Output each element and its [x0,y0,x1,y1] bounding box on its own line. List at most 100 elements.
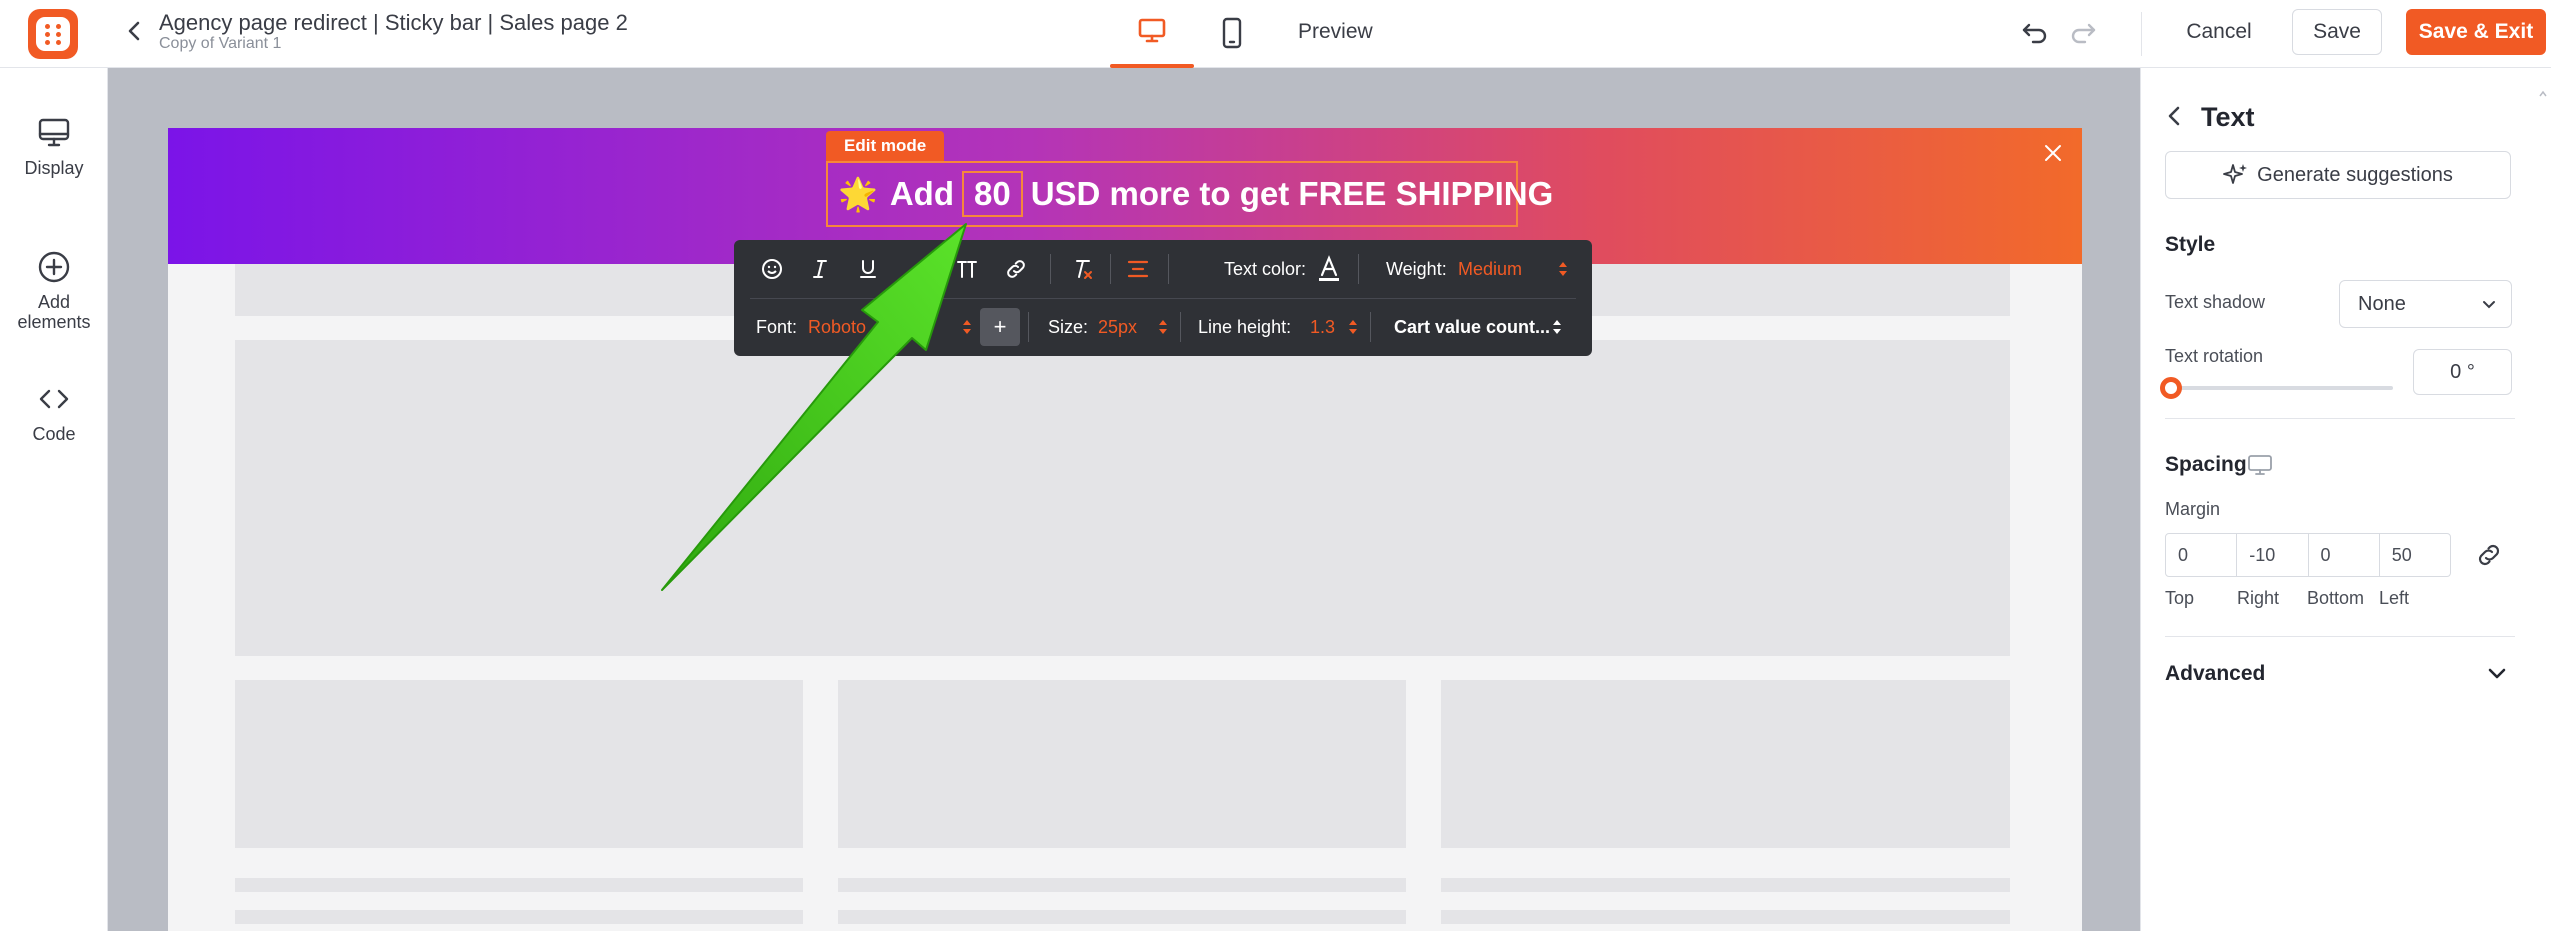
cancel-button[interactable]: Cancel [2174,10,2264,54]
section-divider [2165,418,2515,419]
margin-left-label: Left [2379,588,2410,608]
chevron-down-icon[interactable] [2485,662,2509,686]
plus-circle-icon [38,251,70,283]
back-chevron-icon[interactable] [2163,104,2187,128]
placeholder-line [1441,910,2010,924]
margin-left-input[interactable]: 50 [2380,534,2450,576]
link-margins-icon[interactable] [2474,540,2504,570]
save-and-exit-button[interactable]: Save & Exit [2406,9,2546,55]
variable-select[interactable]: Cart value count... [1394,317,1550,338]
back-chevron-icon[interactable] [122,18,148,44]
placeholder-line [838,878,1406,892]
text-shadow-label: Text shadow [2165,292,2266,312]
margin-top-input[interactable]: 0 [2166,534,2238,576]
undo-icon[interactable] [2020,16,2050,46]
star-emoji-icon: 🌟 [838,176,878,212]
margin-label: Margin [2165,499,2221,519]
size-label: Size: [1048,317,1089,337]
properties-panel: Text Generate suggestions Style Text sha… [2140,68,2551,931]
sidebar-item-display[interactable]: Display [0,116,108,179]
variant-subtitle: Copy of Variant 1 [159,35,282,52]
spinner-arrows-icon[interactable] [1552,318,1562,336]
size-input[interactable]: 25px [1098,317,1137,338]
generate-suggestions-label: Generate suggestions [2257,163,2453,186]
margin-bottom-input[interactable]: 0 [2309,534,2380,576]
text-shadow-value: None [2358,292,2406,315]
sidebar-item-label: Code [32,424,76,444]
line-height-input[interactable]: 1.3 [1310,317,1335,338]
panel-title: Text [2201,102,2255,132]
weight-select[interactable]: Medium [1458,259,1522,280]
rotation-input[interactable]: 0 ° [2413,349,2512,395]
close-icon[interactable] [2040,140,2066,166]
placeholder-line [838,910,1406,924]
placeholder-line [235,878,803,892]
advanced-section-toggle[interactable]: Advanced [2165,662,2265,686]
preview-button[interactable]: Preview [1298,20,1373,44]
placeholder-card [1441,680,2010,848]
sidebar-item-label: Display [24,158,84,178]
toolbar-divider [1050,254,1051,284]
sidebar-item-label: Add elements [17,292,91,332]
line-height-label: Line height: [1198,317,1292,337]
toolbar-divider [1110,254,1111,284]
top-bar: Agency page redirect | Sticky bar | Sale… [0,0,2551,68]
spinner-arrows-icon[interactable] [1158,318,1168,336]
sidebar-item-code[interactable]: Code [0,382,108,445]
bar-text-prefix: Add [889,175,954,212]
device-mobile-button[interactable] [1212,16,1252,52]
rotation-slider-handle[interactable] [2160,377,2182,399]
desktop-icon [2248,455,2272,475]
toolbar-divider [1358,254,1359,284]
app-logo[interactable] [28,9,78,59]
placeholder-card [838,680,1406,848]
chevron-down-icon [2483,301,2495,309]
cart-value-variable[interactable]: 80 [962,171,1023,217]
weight-label: Weight: [1386,259,1447,279]
text-color-icon[interactable] [1316,255,1342,283]
device-desktop-button[interactable] [1110,0,1194,68]
annotation-arrow-overlay-icon [661,223,967,591]
edit-mode-tag: Edit mode [826,131,945,161]
bar-text-suffix: USD more to get FREE SHIPPING [1030,175,1554,212]
spinner-arrows-icon[interactable] [1348,318,1358,336]
sticky-bar-text[interactable]: 🌟 Add 80 USD more to get FREE SHIPPING [838,168,1553,220]
margin-right-label: Right [2237,588,2280,608]
text-color-label: Text color: [1224,259,1307,279]
clear-format-icon[interactable] [1070,257,1094,281]
campaign-title[interactable]: Agency page redirect | Sticky bar | Sale… [159,10,628,36]
align-center-icon[interactable] [1126,257,1150,281]
monitor-icon [38,118,70,147]
toolbar-divider [1168,254,1169,284]
header-divider [2141,12,2142,56]
toolbar-divider [1028,312,1029,342]
text-rotation-label: Text rotation [2165,346,2264,366]
section-divider [2165,636,2515,637]
text-shadow-select[interactable]: None [2339,280,2512,328]
desktop-icon [1138,18,1166,43]
margin-bottom-label: Bottom [2307,588,2365,608]
margin-top-label: Top [2165,588,2195,608]
toolbar-divider [1370,312,1371,342]
link-icon[interactable] [1004,257,1028,281]
save-button[interactable]: Save [2292,9,2382,55]
code-icon [39,389,69,409]
sparkle-icon [2223,164,2248,184]
margin-right-input[interactable]: -10 [2237,534,2309,576]
rotation-slider-track[interactable] [2171,386,2393,390]
editor-canvas[interactable]: Edit mode 🌟 Add 80 USD more to get FREE … [108,68,2140,931]
redo-icon[interactable] [2068,16,2098,46]
generate-suggestions-button[interactable]: Generate suggestions [2165,151,2511,199]
style-heading: Style [2165,233,2216,256]
sidebar-item-add-elements[interactable]: Add elements [0,250,108,332]
spacing-heading: Spacing [2165,453,2247,476]
left-sidebar: Display Add elements Code [0,68,108,931]
margin-inputs: 0 -10 0 50 [2165,533,2451,577]
placeholder-line [1441,878,2010,892]
placeholder-card [235,680,803,848]
placeholder-line [235,910,803,924]
placeholder-hero [235,340,2010,656]
toolbar-divider [1180,312,1181,342]
scroll-up-icon[interactable] [2539,90,2547,98]
spinner-arrows-icon[interactable] [1558,260,1568,278]
